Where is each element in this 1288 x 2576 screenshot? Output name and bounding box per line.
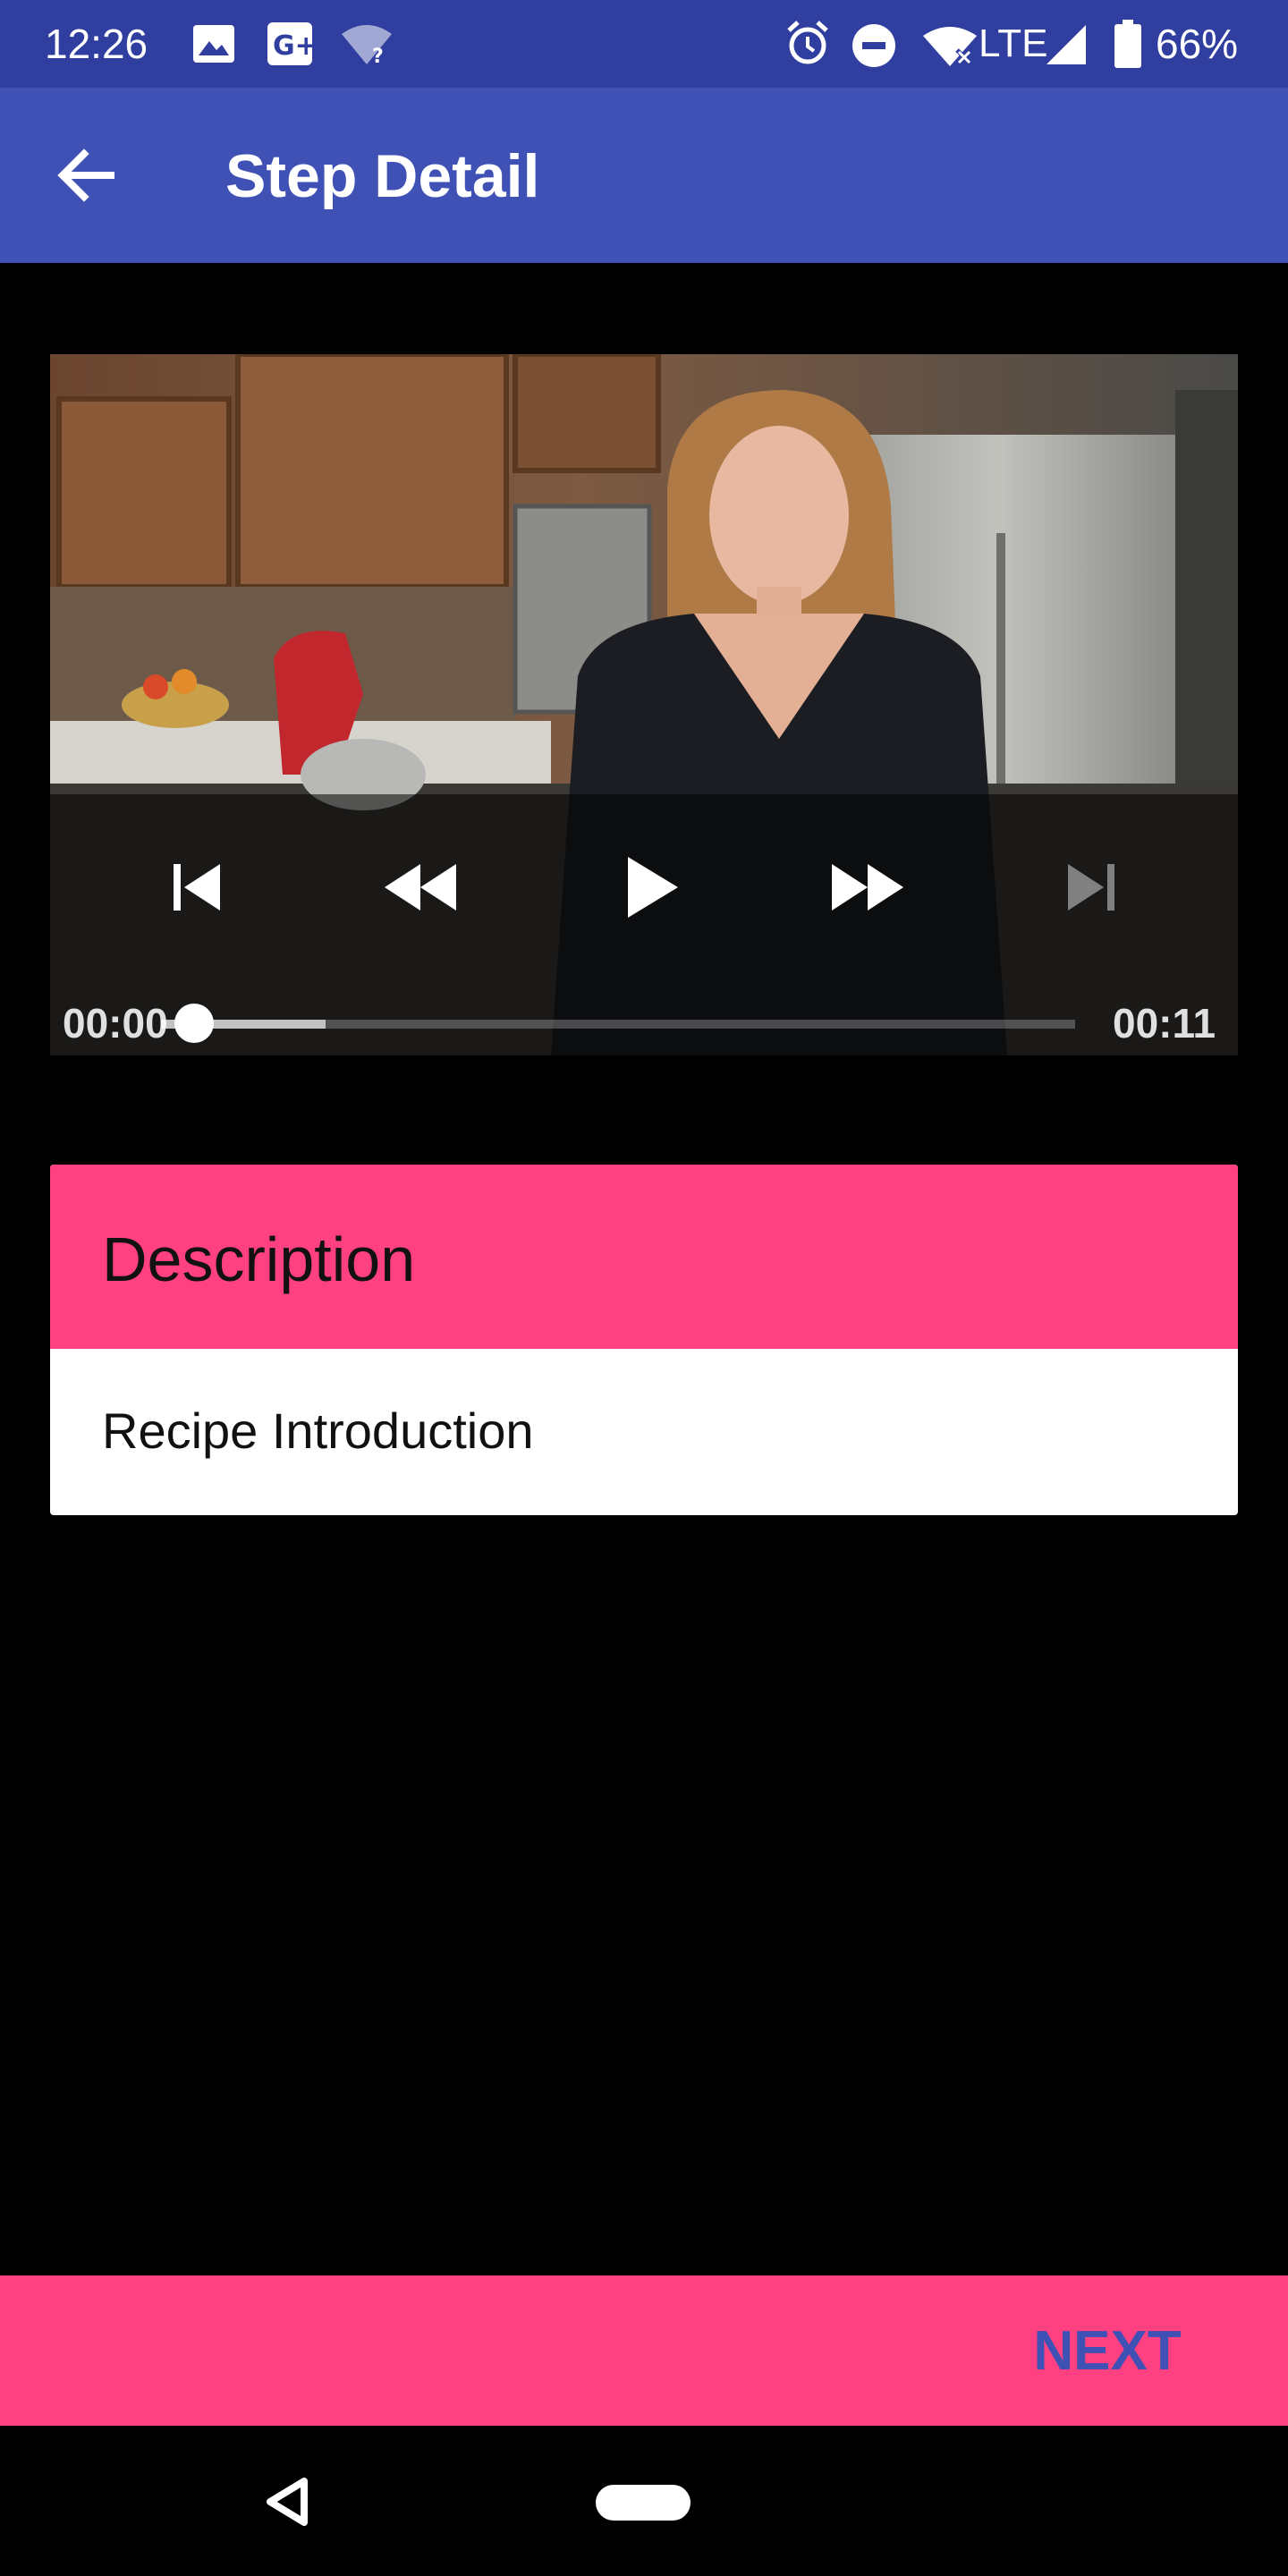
description-text: Recipe Introduction bbox=[102, 1402, 534, 1459]
rewind-icon[interactable] bbox=[383, 859, 458, 916]
controls-overlay bbox=[50, 794, 1238, 1055]
next-button[interactable]: NEXT bbox=[1000, 2311, 1215, 2392]
app-bar: Step Detail bbox=[0, 88, 1288, 263]
status-bar: 12:26 G+ ? LTE 66% bbox=[0, 0, 1288, 88]
skip-next-icon[interactable] bbox=[1063, 859, 1120, 916]
description-title: Description bbox=[102, 1224, 416, 1294]
nav-home-pill[interactable] bbox=[596, 2485, 691, 2521]
battery-icon bbox=[1114, 20, 1141, 68]
do-not-disturb-icon bbox=[852, 24, 895, 67]
duration-time: 00:11 bbox=[1113, 1000, 1216, 1046]
signal-icon bbox=[1046, 25, 1086, 64]
skip-previous-icon[interactable] bbox=[168, 859, 225, 916]
progress-thumb[interactable] bbox=[174, 1004, 214, 1043]
progress-track[interactable] bbox=[161, 1020, 1075, 1029]
status-time: 12:26 bbox=[45, 21, 148, 67]
svg-text:G+: G+ bbox=[273, 30, 313, 62]
svg-text:?: ? bbox=[372, 46, 384, 66]
google-plus-icon: G+ bbox=[267, 22, 313, 65]
page-title: Step Detail bbox=[225, 142, 540, 210]
alarm-icon bbox=[787, 21, 828, 64]
video-player[interactable] bbox=[50, 354, 1238, 1055]
nav-bar bbox=[0, 2426, 1288, 2576]
play-icon[interactable] bbox=[619, 853, 683, 921]
description-card: Description Recipe Introduction bbox=[50, 1165, 1238, 1515]
wifi-off-icon bbox=[923, 27, 977, 66]
nav-back-icon[interactable] bbox=[250, 2470, 322, 2533]
battery-percent: 66% bbox=[1156, 21, 1239, 67]
bottom-bar: NEXT bbox=[0, 2275, 1288, 2426]
current-time: 00:00 bbox=[63, 1000, 168, 1046]
arrow-left-icon[interactable] bbox=[39, 129, 132, 222]
wifi-question-icon: ? bbox=[342, 25, 392, 66]
fast-forward-icon[interactable] bbox=[830, 859, 905, 916]
network-type: LTE bbox=[979, 21, 1048, 65]
image-icon bbox=[193, 25, 234, 63]
description-header: Description bbox=[50, 1165, 1238, 1349]
